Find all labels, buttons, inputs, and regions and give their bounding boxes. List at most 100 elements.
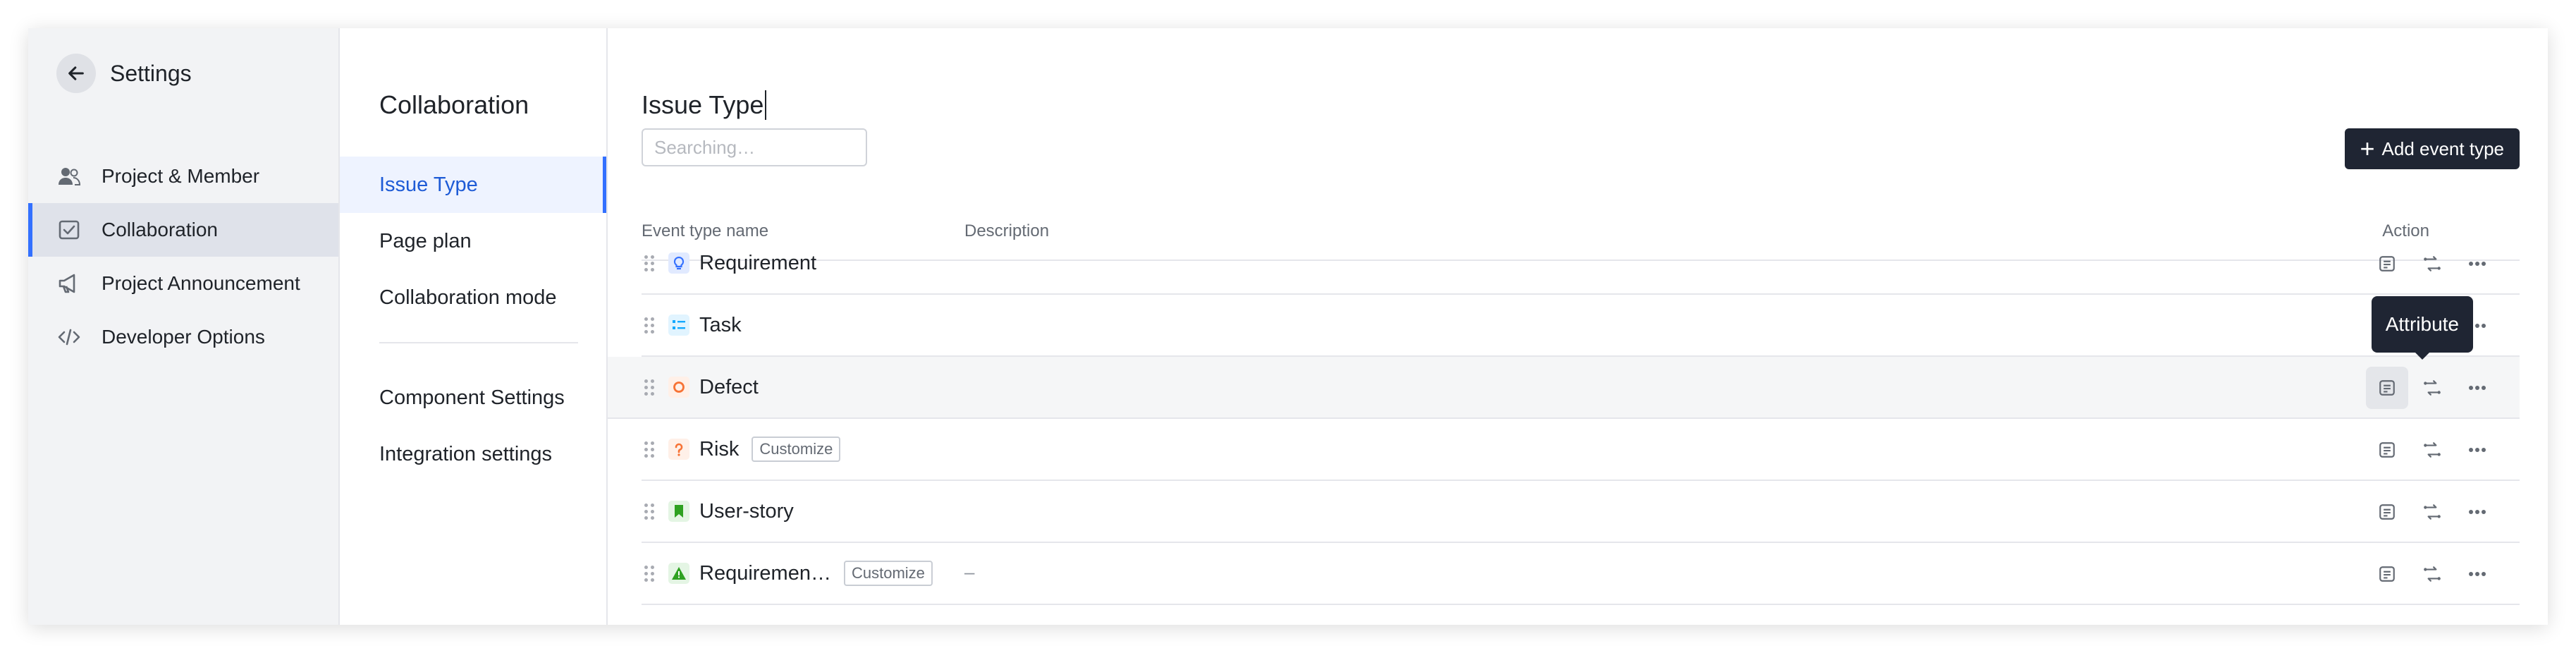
drag-handle-icon[interactable] [644,441,654,458]
issue-type-panel: Issue Type + Add event type Event type n… [608,28,2548,625]
row-content: User-story [642,481,2520,542]
attribute-icon [2378,441,2396,459]
more-icon [2468,261,2486,267]
more-icon [2468,385,2486,391]
more-button[interactable] [2456,243,2498,285]
event-type-description: – [964,561,975,582]
members-icon [56,164,82,189]
drag-handle-icon[interactable] [644,565,654,582]
workflow-icon [2422,255,2442,273]
bookmark-icon [668,501,689,522]
workflow-button[interactable] [2411,429,2453,471]
add-event-type-label: Add event type [2381,138,2504,159]
drag-handle-icon[interactable] [644,379,654,396]
attribute-icon [2378,503,2396,521]
triangle-icon [668,563,689,584]
customize-tag: Customize [843,561,933,586]
sidebar-nav: Project & Member Collaboration Project A… [28,149,338,364]
list-icon [668,315,689,336]
workflow-button[interactable] [2411,553,2453,595]
sidebar-title: Settings [110,60,192,86]
sidebar-header: Settings [56,53,192,94]
more-icon [2468,447,2486,453]
attribute-button[interactable] [2366,367,2408,409]
event-type-name: Requiremen… [699,561,831,585]
table-row[interactable]: Defect [608,357,2520,419]
event-type-name: Task [699,313,742,336]
lightbulb-icon [668,252,689,274]
table-row[interactable]: Requiremen… Customize – [642,543,2520,605]
subnav-list-secondary: Component Settings Integration settings [340,370,606,482]
row-content: Defect [642,357,2520,417]
back-button[interactable] [56,54,96,93]
sidebar-item-label: Developer Options [102,326,265,348]
drag-handle-icon[interactable] [644,255,654,271]
collaboration-icon [56,217,82,243]
event-type-name: Requirement [699,251,817,274]
table-row[interactable]: Risk Customize [642,419,2520,481]
row-content: Risk Customize [642,419,2520,480]
settings-sidebar: Settings Project & Member Collaboration … [28,28,340,625]
more-button[interactable] [2456,491,2498,533]
row-actions [2363,553,2498,595]
row-actions [2363,491,2498,533]
search-box[interactable] [642,128,890,166]
attribute-tooltip: Attribute [2371,296,2473,360]
issue-type-table: Requirement Task Defect Risk Customize U… [608,233,2520,605]
settings-window: Settings Project & Member Collaboration … [28,28,2548,625]
sidebar-item-project-member[interactable]: Project & Member [28,149,338,203]
arrow-left-icon [68,66,84,80]
workflow-icon [2422,441,2442,459]
subnav-list: Issue Type Page plan Collaboration mode [340,157,606,326]
workflow-button[interactable] [2411,367,2453,409]
more-icon [2468,571,2486,577]
search-input[interactable] [654,136,890,159]
drag-handle-icon[interactable] [644,503,654,520]
workflow-button[interactable] [2411,491,2453,533]
sidebar-item-developer-options[interactable]: Developer Options [28,310,338,364]
question-icon [668,439,689,460]
more-button[interactable] [2456,367,2498,409]
collaboration-subnav: Collaboration Issue Type Page plan Colla… [340,28,608,625]
drag-handle-icon[interactable] [644,317,654,334]
event-type-name: Defect [699,375,759,398]
workflow-button[interactable] [2411,243,2453,285]
row-content: Task [642,295,2520,355]
more-button[interactable] [2456,553,2498,595]
attribute-icon [2378,379,2396,397]
customize-tag: Customize [752,437,841,462]
subnav-title: Collaboration [379,90,529,119]
attribute-icon [2378,565,2396,583]
page-title[interactable]: Issue Type [642,90,767,120]
row-actions [2363,367,2498,409]
add-event-type-button[interactable]: + Add event type [2344,128,2520,169]
attribute-button[interactable] [2366,429,2408,471]
event-type-name: Risk [699,437,740,460]
sidebar-item-label: Project & Member [102,165,260,187]
row-actions [2363,243,2498,285]
row-actions [2363,429,2498,471]
workflow-icon [2422,379,2442,397]
circle-icon [668,377,689,398]
subnav-item-page-plan[interactable]: Page plan [340,213,606,269]
workflow-icon [2422,503,2442,521]
subnav-item-issue-type[interactable]: Issue Type [340,157,606,213]
attribute-button[interactable] [2366,553,2408,595]
subnav-item-integration-settings[interactable]: Integration settings [340,426,606,482]
row-content: Requirement [642,233,2520,293]
attribute-icon [2378,255,2396,273]
more-button[interactable] [2456,429,2498,471]
table-row[interactable]: Task [642,295,2520,357]
subnav-item-component-settings[interactable]: Component Settings [340,370,606,426]
sidebar-item-project-announcement[interactable]: Project Announcement [28,257,338,310]
sidebar-item-collaboration[interactable]: Collaboration [28,203,338,257]
workflow-icon [2422,565,2442,583]
table-row[interactable]: Requirement [642,233,2520,295]
sidebar-item-label: Project Announcement [102,272,300,294]
code-icon [56,324,82,350]
attribute-button[interactable] [2366,243,2408,285]
subnav-item-collaboration-mode[interactable]: Collaboration mode [340,269,606,326]
plus-icon: + [2360,134,2375,163]
attribute-button[interactable] [2366,491,2408,533]
table-row[interactable]: User-story [642,481,2520,543]
